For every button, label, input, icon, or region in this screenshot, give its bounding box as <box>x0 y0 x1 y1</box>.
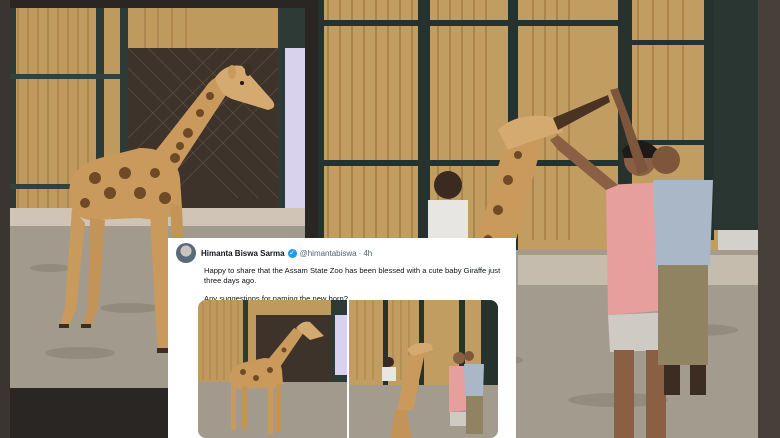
tweet-timestamp[interactable]: 4h <box>363 249 372 258</box>
media-thumbnail-giraffe[interactable] <box>198 300 347 438</box>
right-border-strip <box>758 0 780 438</box>
left-border-strip <box>0 0 10 438</box>
tweet-text-line: Happy to share that the Assam State Zoo … <box>204 266 501 285</box>
author-name[interactable]: Himanta Biswa Sarma <box>201 249 285 258</box>
author-handle[interactable]: @himantabiswa <box>300 249 357 258</box>
verified-badge-icon: ✓ <box>287 248 297 258</box>
tweet-body: Happy to share that the Assam State Zoo … <box>204 266 504 304</box>
media-thumbnail-feeding[interactable] <box>349 300 498 438</box>
separator-dot: · <box>358 248 362 258</box>
tweet-card[interactable]: Himanta Biswa Sarma ✓ @himantabiswa · 4h… <box>168 238 516 438</box>
tweet-media[interactable] <box>198 300 498 438</box>
tweet-header: Himanta Biswa Sarma ✓ @himantabiswa · 4h <box>176 243 508 263</box>
profile-avatar[interactable] <box>176 243 196 263</box>
